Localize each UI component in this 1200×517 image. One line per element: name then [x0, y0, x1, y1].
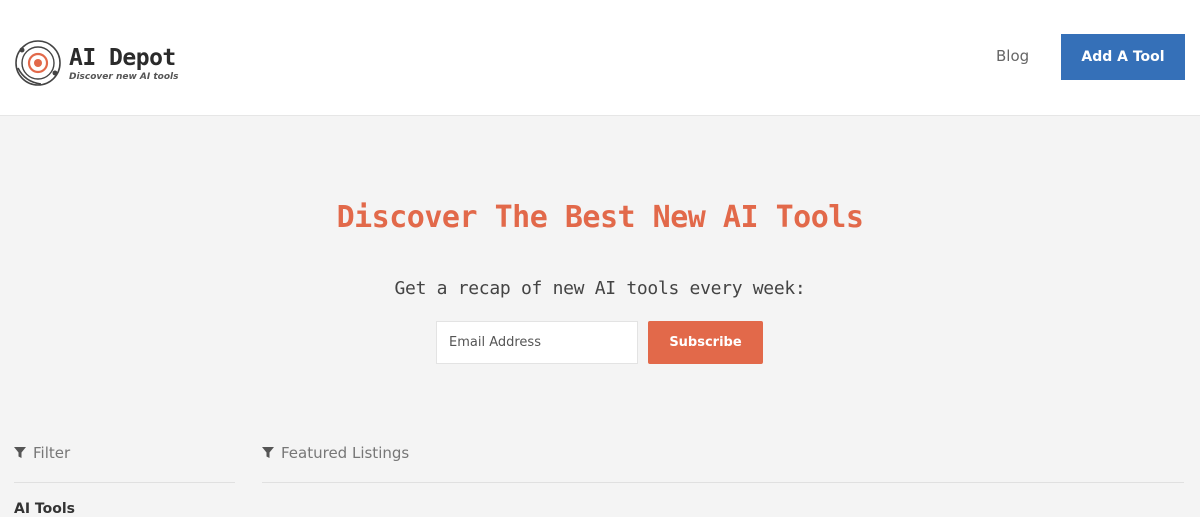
filter-heading[interactable]: Filter [14, 444, 70, 462]
category-heading-ai-tools[interactable]: AI Tools [14, 501, 75, 517]
subscribe-button[interactable]: Subscribe [648, 321, 763, 364]
orbit-logo-icon [15, 40, 61, 86]
filter-label: Filter [33, 444, 71, 462]
add-tool-button[interactable]: Add A Tool [1061, 34, 1185, 80]
sidebar-divider [14, 482, 235, 483]
featured-listings-heading: Featured Listings [262, 444, 409, 462]
logo-title: AI Depot [69, 44, 176, 71]
nav-link-blog[interactable]: Blog [996, 47, 1029, 65]
funnel-icon [14, 447, 26, 458]
logo-subtitle: Discover new AI tools [69, 71, 179, 82]
email-input[interactable] [436, 321, 638, 364]
hero-subtitle: Get a recap of new AI tools every week: [394, 278, 806, 299]
featured-label: Featured Listings [281, 444, 410, 462]
funnel-icon [262, 447, 274, 458]
hero-title: Discover The Best New AI Tools [336, 200, 864, 235]
site-header: AI Depot Discover new AI tools Blog Add … [0, 0, 1200, 116]
logo[interactable]: AI Depot Discover new AI tools [13, 38, 179, 88]
main-divider [262, 482, 1184, 483]
